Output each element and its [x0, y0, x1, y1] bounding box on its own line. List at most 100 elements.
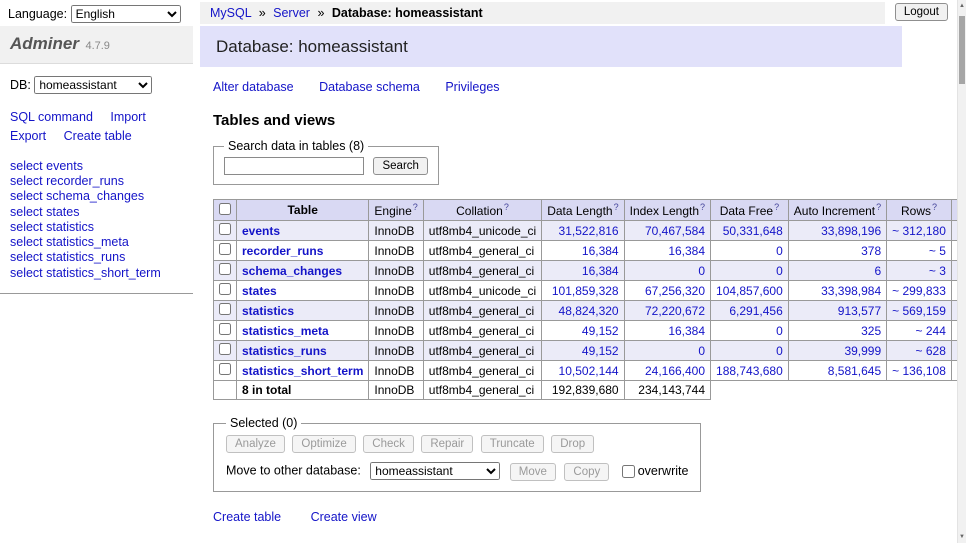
- sidebar-item-select-schema-changes[interactable]: select schema_changes: [10, 189, 193, 204]
- optimize-button[interactable]: Optimize: [292, 435, 355, 453]
- table-link[interactable]: statistics_runs: [242, 344, 327, 358]
- breadcrumb-server-link[interactable]: Server: [273, 6, 310, 20]
- row-checkbox[interactable]: [219, 243, 231, 255]
- rows-link[interactable]: ~ 136,108: [892, 364, 946, 378]
- db-select[interactable]: homeassistant: [34, 76, 152, 94]
- check-button[interactable]: Check: [363, 435, 414, 453]
- help-icon[interactable]: ?: [614, 202, 619, 212]
- truncate-button[interactable]: Truncate: [481, 435, 544, 453]
- sidebar-link-import[interactable]: Import: [110, 110, 145, 124]
- search-button[interactable]: Search: [373, 157, 427, 175]
- help-icon[interactable]: ?: [504, 202, 509, 212]
- auto-increment-link[interactable]: 913,577: [838, 304, 881, 318]
- row-checkbox[interactable]: [219, 323, 231, 335]
- breadcrumb-mysql-link[interactable]: MySQL: [210, 6, 251, 20]
- sidebar-item-select-statistics-short-term[interactable]: select statistics_short_term: [10, 266, 193, 281]
- data-length-link[interactable]: 49,152: [582, 344, 619, 358]
- index-length-link[interactable]: 0: [698, 264, 705, 278]
- data-length-link[interactable]: 101,859,328: [552, 284, 619, 298]
- sidebar-item-select-states[interactable]: select states: [10, 205, 193, 220]
- database-schema-link[interactable]: Database schema: [319, 80, 420, 94]
- index-length-link[interactable]: 16,384: [668, 244, 705, 258]
- data-length-link[interactable]: 16,384: [582, 244, 619, 258]
- help-icon[interactable]: ?: [413, 202, 418, 212]
- row-checkbox[interactable]: [219, 343, 231, 355]
- analyze-button[interactable]: Analyze: [226, 435, 285, 453]
- alter-database-link[interactable]: Alter database: [213, 80, 294, 94]
- copy-button[interactable]: Copy: [564, 463, 609, 481]
- sidebar-item-select-recorder-runs[interactable]: select recorder_runs: [10, 174, 193, 189]
- sidebar-item-select-statistics[interactable]: select statistics: [10, 220, 193, 235]
- sidebar-link-sql-command[interactable]: SQL command: [10, 110, 93, 124]
- row-checkbox[interactable]: [219, 263, 231, 275]
- sidebar-item-select-statistics-meta[interactable]: select statistics_meta: [10, 235, 193, 250]
- auto-increment-link[interactable]: 33,898,196: [821, 224, 881, 238]
- data-length-link[interactable]: 48,824,320: [559, 304, 619, 318]
- repair-button[interactable]: Repair: [421, 435, 473, 453]
- auto-increment-link[interactable]: 378: [861, 244, 881, 258]
- overwrite-checkbox[interactable]: [622, 465, 635, 478]
- privileges-link[interactable]: Privileges: [445, 80, 499, 94]
- sidebar-link-create-table[interactable]: Create table: [64, 129, 132, 143]
- scrollbar-thumb[interactable]: [959, 16, 965, 84]
- help-icon[interactable]: ?: [700, 202, 705, 212]
- data-length-link[interactable]: 16,384: [582, 264, 619, 278]
- rows-link[interactable]: ~ 299,833: [892, 284, 946, 298]
- rows-link[interactable]: ~ 628: [916, 344, 946, 358]
- auto-increment-link[interactable]: 33,398,984: [821, 284, 881, 298]
- row-checkbox[interactable]: [219, 303, 231, 315]
- data-free-link[interactable]: 0: [776, 244, 783, 258]
- data-free-link[interactable]: 0: [776, 324, 783, 338]
- table-link[interactable]: statistics: [242, 304, 294, 318]
- auto-increment-link[interactable]: 39,999: [844, 344, 881, 358]
- data-free-link[interactable]: 0: [776, 264, 783, 278]
- sidebar-item-select-events[interactable]: select events: [10, 159, 193, 174]
- vertical-scrollbar[interactable]: ▲ ▼: [957, 0, 966, 543]
- rows-link[interactable]: ~ 569,159: [892, 304, 946, 318]
- table-link[interactable]: schema_changes: [242, 264, 342, 278]
- language-select[interactable]: English: [71, 5, 181, 23]
- index-length-link[interactable]: 67,256,320: [645, 284, 705, 298]
- index-length-link[interactable]: 70,467,584: [645, 224, 705, 238]
- scrollbar-up-arrow-icon[interactable]: ▲: [958, 0, 966, 12]
- sidebar-link-export[interactable]: Export: [10, 129, 46, 143]
- table-link[interactable]: events: [242, 224, 280, 238]
- index-length-link[interactable]: 0: [698, 344, 705, 358]
- drop-button[interactable]: Drop: [551, 435, 594, 453]
- data-length-link[interactable]: 49,152: [582, 324, 619, 338]
- logout-button[interactable]: Logout: [895, 3, 948, 21]
- row-checkbox[interactable]: [219, 223, 231, 235]
- index-length-link[interactable]: 24,166,400: [645, 364, 705, 378]
- rows-link[interactable]: ~ 244: [916, 324, 946, 338]
- auto-increment-link[interactable]: 325: [861, 324, 881, 338]
- help-icon[interactable]: ?: [876, 202, 881, 212]
- index-length-link[interactable]: 16,384: [668, 324, 705, 338]
- help-icon[interactable]: ?: [932, 202, 937, 212]
- data-length-link[interactable]: 31,522,816: [559, 224, 619, 238]
- help-icon[interactable]: ?: [774, 202, 779, 212]
- data-free-link[interactable]: 104,857,600: [716, 284, 783, 298]
- row-checkbox[interactable]: [219, 363, 231, 375]
- index-length-link[interactable]: 72,220,672: [645, 304, 705, 318]
- create-view-link[interactable]: Create view: [311, 510, 377, 524]
- data-length-link[interactable]: 10,502,144: [559, 364, 619, 378]
- rows-link[interactable]: ~ 5: [929, 244, 946, 258]
- create-table-link[interactable]: Create table: [213, 510, 281, 524]
- table-link[interactable]: recorder_runs: [242, 244, 323, 258]
- rows-link[interactable]: ~ 312,180: [892, 224, 946, 238]
- row-checkbox[interactable]: [219, 283, 231, 295]
- auto-increment-link[interactable]: 6: [874, 264, 881, 278]
- data-free-link[interactable]: 50,331,648: [723, 224, 783, 238]
- data-free-link[interactable]: 6,291,456: [729, 304, 782, 318]
- table-link[interactable]: states: [242, 284, 277, 298]
- sidebar-item-select-statistics-runs[interactable]: select statistics_runs: [10, 250, 193, 265]
- rows-link[interactable]: ~ 3: [929, 264, 946, 278]
- move-button[interactable]: Move: [510, 463, 556, 481]
- move-database-select[interactable]: homeassistant: [370, 462, 500, 480]
- table-link[interactable]: statistics_meta: [242, 324, 329, 338]
- data-free-link[interactable]: 0: [776, 344, 783, 358]
- search-input[interactable]: [224, 157, 364, 175]
- table-link[interactable]: statistics_short_term: [242, 364, 363, 378]
- scrollbar-down-arrow-icon[interactable]: ▼: [958, 531, 966, 543]
- auto-increment-link[interactable]: 8,581,645: [828, 364, 881, 378]
